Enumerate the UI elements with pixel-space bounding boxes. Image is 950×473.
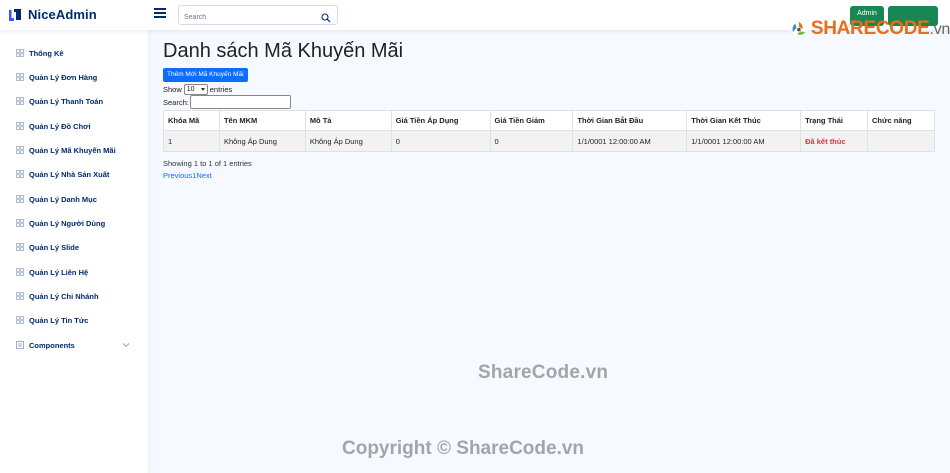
- table-cell: 1: [163, 130, 220, 152]
- entries-length-control: Show 10 entries: [163, 84, 232, 95]
- status-badge: Đã kết thúc: [800, 130, 869, 152]
- sidebar-item-label: Quản Lý Tin Tức: [29, 315, 89, 325]
- sidebar-item-0[interactable]: Thống Kê: [16, 46, 64, 60]
- search-bar: [178, 5, 338, 27]
- watermark-copyright: Copyright © ShareCode.vn: [342, 438, 585, 459]
- sidebar-item-12[interactable]: Components: [16, 338, 130, 352]
- table-cell: 0: [489, 130, 574, 152]
- sidebar-item-11[interactable]: Quản Lý Tin Tức: [16, 313, 88, 327]
- grid-icon: [16, 170, 24, 178]
- sidebar-item-label: Components: [29, 340, 75, 350]
- table-cell: Không Áp Dung: [304, 130, 392, 152]
- grid-icon: [16, 219, 24, 227]
- add-promo-code-button[interactable]: Thêm Mới Mã Khuyến Mãi: [163, 68, 248, 82]
- show-label: Show: [163, 85, 182, 94]
- column-header[interactable]: Tên MKM: [218, 110, 306, 131]
- chevron-down-icon[interactable]: [122, 341, 130, 349]
- table-cell: 1/1/0001 12:00:00 AM: [686, 130, 802, 152]
- table-header-row: Khóa Mã Tên MKM Mô Tả Giá Tiền Áp Dụng G…: [163, 110, 935, 131]
- column-header[interactable]: Giá Tiền Giảm: [489, 110, 574, 131]
- grid-icon: [16, 316, 24, 324]
- watermark-suffix: .vn: [929, 21, 950, 38]
- grid-icon: [16, 73, 24, 81]
- grid-icon: [16, 97, 24, 105]
- table-search-input[interactable]: [189, 95, 291, 109]
- logo-icon: [8, 8, 23, 22]
- sharecode-logo-icon: [790, 20, 808, 38]
- sidebar-item-label: Quản Lý Người Dùng: [29, 218, 106, 228]
- grid-icon: [16, 146, 24, 154]
- sidebar-item-7[interactable]: Quản Lý Người Dùng: [16, 216, 105, 230]
- promo-code-table: Khóa Mã Tên MKM Mô Tả Giá Tiền Áp Dụng G…: [163, 110, 935, 152]
- column-header[interactable]: Giá Tiền Áp Dụng: [390, 110, 491, 131]
- sidebar-item-3[interactable]: Quản Lý Đồ Chơi: [16, 119, 91, 133]
- grid-icon: [16, 292, 24, 300]
- sidebar-item-8[interactable]: Quản Lý Slide: [16, 240, 79, 254]
- sidebar-item-label: Quản Lý Slide: [29, 242, 80, 252]
- sidebar-item-label: Thống Kê: [29, 48, 64, 58]
- table-row: 1 Không Áp Dung Không Áp Dung 0 0 1/1/00…: [163, 130, 935, 152]
- menu-icon: [16, 341, 24, 349]
- sidebar-item-label: Quản Lý Liên Hệ: [29, 267, 89, 277]
- page-title: Danh sách Mã Khuyến Mãi: [163, 40, 404, 62]
- table-cell: 1/1/0001 12:00:00 AM: [572, 130, 688, 152]
- sidebar-item-6[interactable]: Quản Lý Danh Mục: [16, 192, 97, 206]
- column-header[interactable]: Khóa Mã: [163, 110, 220, 131]
- table-cell: Không Áp Dung: [218, 130, 306, 152]
- grid-icon: [16, 49, 24, 57]
- column-header[interactable]: Mô Tả: [304, 110, 392, 131]
- table-search-label: Search:: [163, 97, 189, 107]
- column-header[interactable]: Chức năng: [867, 110, 935, 131]
- table-cell: 0: [390, 130, 491, 152]
- grid-icon: [16, 243, 24, 251]
- sidebar-item-label: Quản Lý Danh Mục: [29, 194, 97, 204]
- search-input[interactable]: [179, 8, 309, 27]
- sidebar-item-label: Quản Lý Thanh Toán: [29, 96, 104, 106]
- grid-icon: [16, 195, 24, 203]
- watermark-center-text: ShareCode.vn: [478, 362, 609, 383]
- brand-name: NiceAdmin: [28, 7, 97, 22]
- previous-page-link[interactable]: Previous: [163, 171, 192, 180]
- next-page-link[interactable]: Next: [196, 171, 211, 180]
- pagination: Previous 1 Next: [163, 171, 212, 180]
- sidebar-item-label: Quản Lý Chi Nhánh: [29, 291, 99, 301]
- sidebar-item-label: Quản Lý Đồ Chơi: [29, 121, 91, 131]
- sidebar-item-5[interactable]: Quản Lý Nhà Sản Xuất: [16, 167, 109, 181]
- table-info: Showing 1 to 1 of 1 entries: [163, 159, 252, 168]
- grid-icon: [16, 268, 24, 276]
- actions-cell: [867, 130, 935, 152]
- sidebar-item-1[interactable]: Quản Lý Đơn Hàng: [16, 70, 97, 84]
- sidebar-item-4[interactable]: Quản Lý Mã Khuyến Mãi: [16, 143, 116, 157]
- main-content: Danh sách Mã Khuyến Mãi Thêm Mới Mã Khuy…: [148, 30, 950, 473]
- grid-icon: [16, 122, 24, 130]
- table-search: Search:: [163, 95, 291, 109]
- sidebar-item-label: Quản Lý Nhà Sản Xuất: [29, 169, 110, 179]
- sidebar-item-2[interactable]: Quản Lý Thanh Toán: [16, 94, 103, 108]
- sidebar: Thống Kê Quản Lý Đơn Hàng Quản Lý Thanh To…: [0, 30, 148, 473]
- sidebar-item-label: Quản Lý Đơn Hàng: [29, 72, 98, 82]
- search-icon[interactable]: [321, 10, 331, 23]
- brand-logo[interactable]: NiceAdmin: [8, 7, 97, 22]
- sidebar-item-label: Quản Lý Mã Khuyến Mãi: [29, 145, 116, 155]
- column-header[interactable]: Trạng Thái: [800, 110, 869, 131]
- column-header[interactable]: Thời Gian Bắt Đầu: [572, 110, 688, 131]
- watermark-brand: SHARECODE: [810, 18, 930, 39]
- sidebar-item-10[interactable]: Quản Lý Chi Nhánh: [16, 289, 99, 303]
- entries-label: entries: [209, 85, 233, 94]
- sidebar-item-9[interactable]: Quản Lý Liên Hệ: [16, 265, 88, 279]
- sidebar-toggle-icon[interactable]: [154, 8, 166, 20]
- column-header[interactable]: Thời Gian Kết Thúc: [686, 110, 802, 131]
- sharecode-watermark-logo: SHARECODE.vn: [790, 10, 950, 48]
- entries-select[interactable]: 10: [183, 84, 208, 95]
